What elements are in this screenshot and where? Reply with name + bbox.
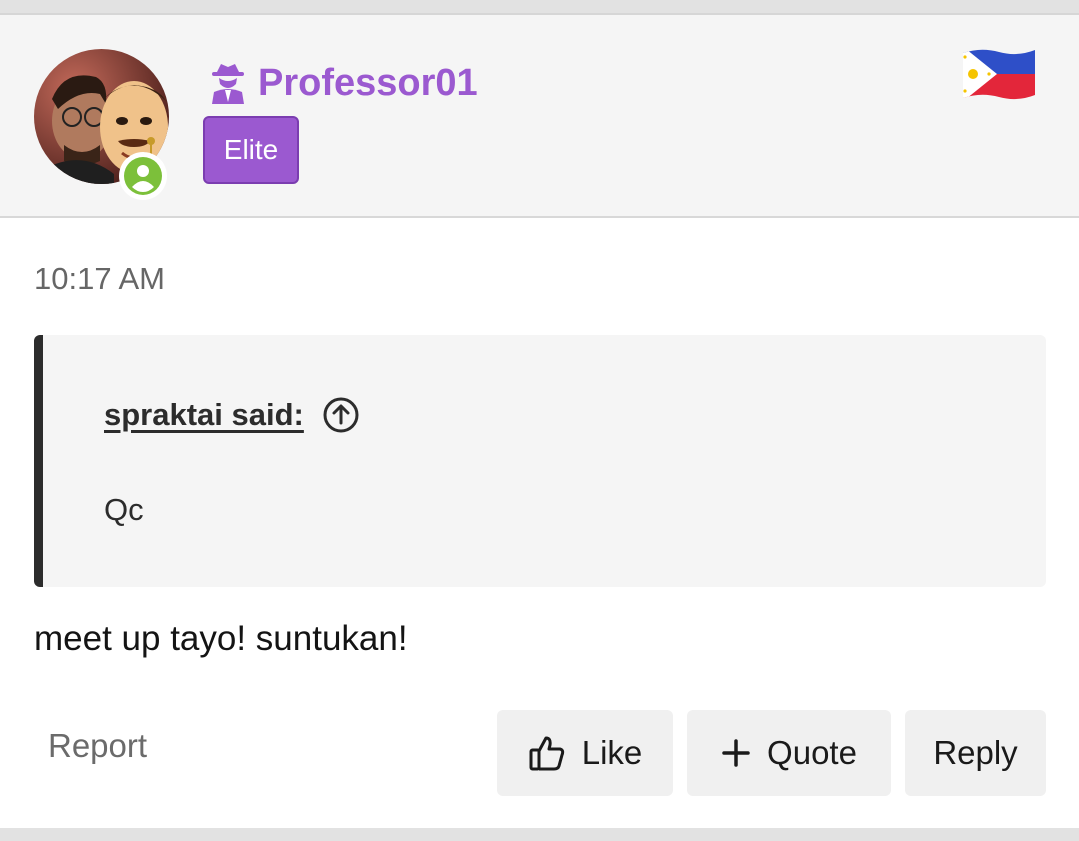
user-title-badge: Elite xyxy=(203,116,299,184)
like-label: Like xyxy=(581,734,643,771)
user-circle-icon xyxy=(124,157,162,195)
reply-label: Reply xyxy=(933,734,1018,771)
thumbs-up-icon xyxy=(528,734,566,772)
like-button[interactable]: Like xyxy=(497,710,673,796)
post-timestamp[interactable]: 10:17 AM xyxy=(34,261,165,297)
post-message: meet up tayo! suntukan! xyxy=(34,619,408,658)
username-row: Professor01 xyxy=(210,59,478,107)
quote-block: spraktai said: Qc xyxy=(34,335,1046,587)
online-status-indicator xyxy=(119,152,167,200)
arrow-up-circle-icon[interactable] xyxy=(322,396,360,434)
forum-post: Professor01 Elite 10:17 AM spraktai said… xyxy=(0,13,1079,828)
username-link[interactable]: Professor01 xyxy=(258,62,478,105)
quote-author-row: spraktai said: xyxy=(104,395,360,435)
report-link[interactable]: Report xyxy=(48,727,147,765)
spy-icon xyxy=(210,62,246,104)
quote-label: Quote xyxy=(767,734,857,771)
philippines-flag-icon xyxy=(961,45,1037,108)
quote-text: Qc xyxy=(104,492,144,527)
quote-button[interactable]: Quote xyxy=(687,710,891,796)
reply-button[interactable]: Reply xyxy=(905,710,1046,796)
plus-icon xyxy=(721,738,751,768)
quote-author-link[interactable]: spraktai said: xyxy=(104,397,304,433)
post-header: Professor01 Elite xyxy=(0,13,1079,218)
